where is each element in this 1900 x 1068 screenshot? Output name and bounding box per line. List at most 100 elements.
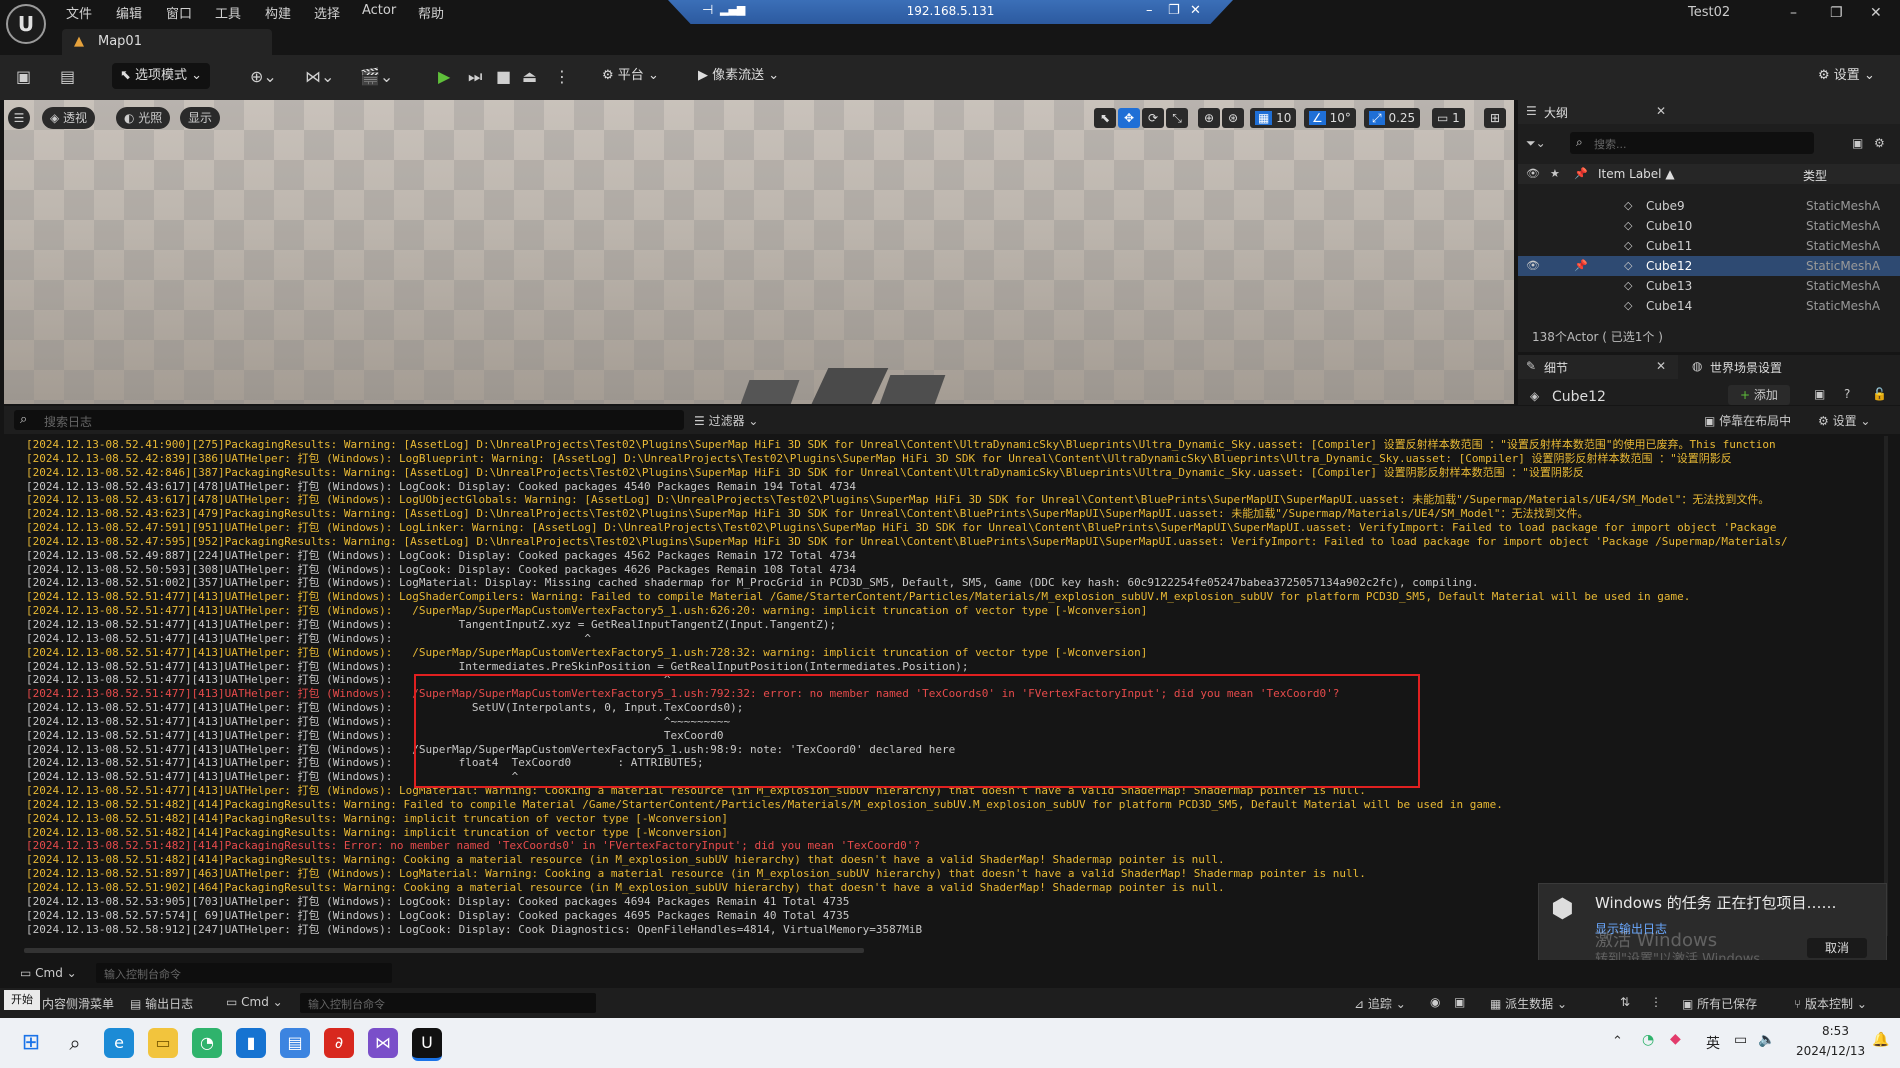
grid-snap-toggle[interactable]: ▦ 10 <box>1250 108 1297 128</box>
world-space-icon[interactable]: ⊕ <box>1198 108 1220 128</box>
add-folder-icon[interactable]: ▣ <box>1852 136 1863 150</box>
star-icon[interactable]: ★ <box>1550 167 1560 180</box>
col-item-label[interactable]: Item Label ▲ <box>1598 167 1675 181</box>
visibility-icon[interactable]: 👁 <box>1526 256 1540 276</box>
selection-mode-button[interactable]: ⬉ 选项模式 ⌄ <box>112 63 211 89</box>
platform-button[interactable]: ⚙ 平台 ⌄ <box>594 63 667 89</box>
content-browser-icon[interactable]: ▤ <box>60 67 75 86</box>
trace-button[interactable]: ⊿ 追踪 ⌄ <box>1354 995 1406 1012</box>
network-icon[interactable]: ▭ <box>1734 1032 1747 1048</box>
settings-button[interactable]: ⚙ 设置 ⌄ <box>1810 63 1883 89</box>
remote-close-icon[interactable]: ✕ <box>1190 3 1201 18</box>
unreal-editor-taskbar-icon[interactable]: U <box>412 1028 442 1061</box>
stop-icon[interactable]: ■ <box>496 67 511 86</box>
all-saved-button[interactable]: ▣ 所有已保存 <box>1682 995 1757 1012</box>
translate-tool-icon[interactable]: ✥ <box>1118 108 1140 128</box>
cmd-dropdown-status[interactable]: ▭ Cmd ⌄ <box>226 995 283 1009</box>
close-icon[interactable]: ✕ <box>1656 359 1666 373</box>
notepad-icon[interactable]: ▤ <box>280 1028 310 1058</box>
pin-icon[interactable]: 📌 <box>1574 256 1588 276</box>
cube-mesh[interactable] <box>877 375 946 404</box>
filter-icon[interactable]: ⏷⌄ <box>1526 136 1546 151</box>
angle-snap-toggle[interactable]: ∠ 10° <box>1304 108 1356 128</box>
outliner-row[interactable]: ◇ Cube14 StaticMeshA <box>1518 296 1900 316</box>
outliner-search-input[interactable]: ⌕ 搜索... <box>1570 132 1814 154</box>
cube-mesh[interactable] <box>738 380 800 404</box>
file-explorer-icon[interactable]: ▭ <box>148 1028 178 1058</box>
menu-actor[interactable]: Actor <box>362 3 396 18</box>
minimize-icon[interactable]: – <box>1790 5 1797 21</box>
tray-app-icon[interactable]: ◆ <box>1670 1031 1681 1047</box>
version-control-button[interactable]: ⑂ 版本控制 ⌄ <box>1794 995 1867 1012</box>
help-icon[interactable]: ? <box>1844 387 1850 401</box>
cmd-dropdown[interactable]: ▭ Cmd ⌄ <box>20 964 84 982</box>
perspective-button[interactable]: ◈ 透视 <box>42 107 96 129</box>
outliner-row[interactable]: ◇ Cube10 StaticMeshA <box>1518 216 1900 236</box>
camera-speed-button[interactable]: ▭ 1 <box>1432 108 1465 128</box>
clock-time[interactable]: 8:53 <box>1822 1024 1849 1038</box>
details-tab[interactable]: ✎ 细节 ✕ <box>1518 355 1678 379</box>
viewport-menu-icon[interactable]: ☰ <box>8 107 30 129</box>
col-type[interactable]: 类型 <box>1803 167 1827 184</box>
maximize-viewport-icon[interactable]: ⊞ <box>1484 108 1506 128</box>
pin-icon[interactable]: 📌 <box>1574 167 1588 180</box>
menu-select[interactable]: 选择 <box>314 3 340 22</box>
select-tool-icon[interactable]: ⬉ <box>1094 108 1116 128</box>
scale-tool-icon[interactable]: ⤡ <box>1166 108 1188 128</box>
blueprint-icon[interactable]: ▣ <box>1814 387 1825 401</box>
ime-indicator[interactable]: 英 <box>1706 1033 1720 1053</box>
source-control-icon[interactable]: ⇅ <box>1620 995 1630 1009</box>
advance-frame-icon[interactable]: ⏭ <box>468 67 482 87</box>
search-icon[interactable]: ⌕ <box>60 1028 90 1058</box>
chevron-up-icon[interactable]: ⌃ <box>1612 1034 1623 1049</box>
menu-build[interactable]: 构建 <box>265 3 291 22</box>
filter-button[interactable]: ☰ 过滤器 ⌄ <box>694 412 758 429</box>
restore-icon[interactable]: ❐ <box>1830 5 1843 21</box>
edge-icon[interactable]: e <box>104 1028 134 1058</box>
outliner-tab[interactable]: ☰ 大纲 ✕ <box>1518 100 1900 124</box>
clock-date[interactable]: 2024/12/13 <box>1796 1044 1865 1058</box>
screenshot-icon[interactable]: ▣ <box>1454 995 1465 1009</box>
volume-icon[interactable]: 🔈 <box>1758 1032 1775 1048</box>
add-actor-icon[interactable]: ⊕⌄ <box>250 67 277 86</box>
level-viewport[interactable]: ☰ ◈ 透视 ◐ 光照 显示 ⬉ ✥ ⟳ ⤡ ⊕ ⊛ ▦ 10 ∠ 10° ⤢ … <box>4 100 1514 404</box>
wechat-icon[interactable]: ◔ <box>192 1028 222 1058</box>
record-icon[interactable]: ◉ <box>1430 995 1440 1009</box>
rotate-tool-icon[interactable]: ⟳ <box>1142 108 1164 128</box>
content-drawer-button[interactable]: 内容侧滑菜单 <box>42 995 114 1012</box>
menu-tools[interactable]: 工具 <box>215 3 241 22</box>
console-command-input[interactable]: 输入控制台命令 <box>96 963 392 983</box>
visibility-icon[interactable]: 👁 <box>1526 167 1540 180</box>
world-settings-tab[interactable]: ◍ 世界场景设置 <box>1686 355 1846 379</box>
app-icon[interactable]: ▮ <box>236 1028 266 1058</box>
menu-help[interactable]: 帮助 <box>418 3 444 22</box>
eject-icon[interactable]: ⏏ <box>522 67 537 86</box>
pixel-streaming-button[interactable]: ▶ 像素流送 ⌄ <box>690 63 787 89</box>
outliner-row[interactable]: ◇ Cube9 StaticMeshA <box>1518 196 1900 216</box>
remote-restore-icon[interactable]: ❐ <box>1168 3 1180 18</box>
surface-snap-icon[interactable]: ⊛ <box>1222 108 1244 128</box>
output-log-button[interactable]: ▤ 输出日志 <box>130 995 193 1012</box>
app-icon[interactable]: ∂ <box>324 1028 354 1058</box>
gear-icon[interactable]: ⚙ <box>1874 136 1885 150</box>
menu-file[interactable]: 文件 <box>66 3 92 22</box>
log-settings-button[interactable]: ⚙ 设置 ⌄ <box>1818 412 1870 429</box>
outliner-row[interactable]: ◇ Cube11 StaticMeshA <box>1518 236 1900 256</box>
wechat-tray-icon[interactable]: ◔ <box>1642 1032 1654 1048</box>
visual-studio-icon[interactable]: ⋈ <box>368 1028 398 1058</box>
cancel-button[interactable]: 取消 <box>1807 938 1867 958</box>
close-icon[interactable]: ✕ <box>1870 5 1882 21</box>
outliner-row[interactable]: ◇ Cube13 StaticMeshA <box>1518 276 1900 296</box>
close-icon[interactable]: ✕ <box>1656 104 1666 118</box>
vertical-scrollbar[interactable] <box>1884 436 1888 936</box>
unreal-logo-icon[interactable]: U <box>6 4 46 44</box>
tab-map01[interactable]: ▲ Map01 <box>62 29 272 55</box>
show-button[interactable]: 显示 <box>180 107 221 129</box>
scale-snap-toggle[interactable]: ⤢ 0.25 <box>1364 108 1421 128</box>
outliner-row-selected[interactable]: 👁 📌 ◇ Cube12 StaticMeshA <box>1518 256 1900 276</box>
windows-start-icon[interactable]: ⊞ <box>16 1028 46 1058</box>
save-icon[interactable]: ▣ <box>16 67 31 86</box>
dock-in-layout-button[interactable]: ▣ 停靠在布局中 <box>1704 412 1791 429</box>
log-search-input[interactable]: ⌕ 搜索日志 <box>14 410 684 430</box>
menu-edit[interactable]: 编辑 <box>116 3 142 22</box>
